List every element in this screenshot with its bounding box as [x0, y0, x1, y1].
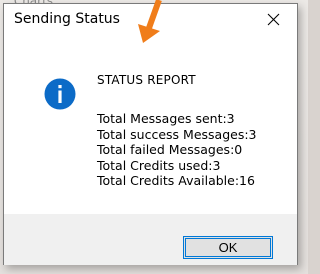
ok-button[interactable]: OK	[183, 236, 273, 259]
report-line-credits-used: Total Credits used:3	[97, 157, 221, 173]
close-icon	[267, 13, 280, 26]
report-lines: Total Messages sent:3 Total success Mess…	[97, 111, 257, 189]
message-area: STATUS REPORT Total Messages sent:3 Tota…	[4, 34, 297, 214]
info-icon	[44, 78, 76, 110]
report-line-failed-messages: Total failed Messages:0	[97, 142, 243, 157]
button-bar: OK	[4, 214, 297, 265]
close-button[interactable]	[251, 4, 297, 34]
report-line-credits-available: Total Credits Available:16	[97, 173, 255, 188]
report-heading: STATUS REPORT	[97, 73, 196, 87]
arrow-down-icon	[138, 0, 162, 43]
dialog-title: Sending Status	[14, 11, 120, 27]
report-line-success-messages: Total success Messages:3	[97, 126, 257, 142]
report-line-messages-sent: Total Messages sent:3	[97, 111, 235, 126]
